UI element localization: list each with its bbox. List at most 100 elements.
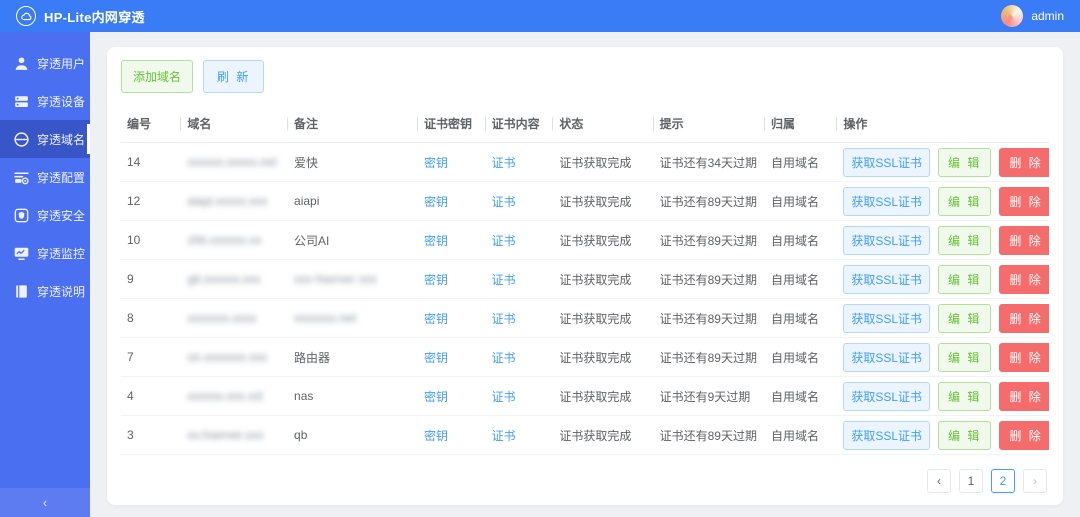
sidebar-collapse-button[interactable]: ‹ — [0, 488, 90, 517]
cell-status: 证书获取完成 — [553, 416, 653, 455]
cell-id: 14 — [121, 143, 181, 182]
cell-owner: 自用域名 — [765, 182, 837, 221]
get-ssl-cert-button[interactable]: 获取SSL证书 — [843, 343, 930, 372]
cert-content-link[interactable]: 证书 — [492, 234, 516, 248]
cell-note: nas — [294, 389, 313, 403]
cert-content-link[interactable]: 证书 — [492, 312, 516, 326]
get-ssl-cert-button[interactable]: 获取SSL证书 — [843, 304, 930, 333]
cert-key-link[interactable]: 密钥 — [424, 156, 448, 170]
delete-button[interactable]: 删 除 — [999, 226, 1049, 255]
refresh-button[interactable]: 刷 新 — [203, 60, 264, 93]
sidebar-menu: 穿透用户 穿透设备 穿透域名 穿透配置 穿透安全 — [0, 32, 90, 488]
monitor-icon — [13, 245, 30, 262]
edit-button[interactable]: 编 辑 — [938, 304, 991, 333]
table-row: 3 xx.hserver.xxx qb 密钥 证书 证书获取完成 证书还有89天… — [121, 416, 1049, 455]
cell-status: 证书获取完成 — [553, 182, 653, 221]
toolbar: 添加域名 刷 新 — [121, 60, 1049, 93]
cert-content-link[interactable]: 证书 — [492, 273, 516, 287]
edit-button[interactable]: 编 辑 — [938, 148, 991, 177]
cert-key-link[interactable]: 密钥 — [424, 312, 448, 326]
edit-button[interactable]: 编 辑 — [938, 421, 991, 450]
add-domain-button[interactable]: 添加域名 — [121, 60, 193, 93]
cert-content-link[interactable]: 证书 — [492, 429, 516, 443]
cert-content-link[interactable]: 证书 — [492, 351, 516, 365]
app-logo-cloud-icon — [16, 6, 36, 26]
cert-content-link[interactable]: 证书 — [492, 195, 516, 209]
sidebar-item-config[interactable]: 穿透配置 — [0, 158, 90, 196]
col-header-hint: 提示 — [654, 105, 765, 143]
sidebar-item-label: 穿透安全 — [37, 207, 85, 224]
cell-id: 10 — [121, 221, 181, 260]
edit-button[interactable]: 编 辑 — [938, 265, 991, 294]
sidebar-item-security[interactable]: 穿透安全 — [0, 196, 90, 234]
table-row: 14 xxxxxx.xxxxx.net 爱快 密钥 证书 证书获取完成 证书还有… — [121, 143, 1049, 182]
col-header-status: 状态 — [553, 105, 653, 143]
cell-hint: 证书还有89天过期 — [654, 338, 765, 377]
delete-button[interactable]: 删 除 — [999, 187, 1049, 216]
pagination-page-2[interactable]: 2 — [991, 469, 1015, 493]
cert-content-link[interactable]: 证书 — [492, 156, 516, 170]
cell-note: 路由器 — [294, 351, 330, 365]
delete-button[interactable]: 删 除 — [999, 265, 1049, 294]
cell-owner: 自用域名 — [765, 260, 837, 299]
sidebar-item-label: 穿透配置 — [37, 169, 85, 186]
table-row: 9 git.xxxxxx.xxx xxx hserver xxx 密钥 证书 证… — [121, 260, 1049, 299]
sidebar-item-label: 穿透监控 — [37, 245, 85, 262]
user-icon — [13, 55, 30, 72]
get-ssl-cert-button[interactable]: 获取SSL证书 — [843, 265, 930, 294]
user-menu[interactable]: admin — [1001, 5, 1064, 27]
delete-button[interactable]: 删 除 — [999, 382, 1049, 411]
pagination: ‹ 1 2 › — [121, 469, 1049, 493]
cell-owner: 自用域名 — [765, 221, 837, 260]
edit-button[interactable]: 编 辑 — [938, 226, 991, 255]
delete-button[interactable]: 删 除 — [999, 343, 1049, 372]
cell-note: qb — [294, 428, 307, 442]
user-avatar[interactable] — [1001, 5, 1023, 27]
cell-owner: 自用域名 — [765, 338, 837, 377]
cell-note: xxx hserver xxx — [294, 272, 377, 286]
cert-key-link[interactable]: 密钥 — [424, 234, 448, 248]
cell-note: xxxxxxx.net — [294, 311, 356, 325]
cell-status: 证书获取完成 — [553, 221, 653, 260]
get-ssl-cert-button[interactable]: 获取SSL证书 — [843, 421, 930, 450]
sidebar-item-monitor[interactable]: 穿透监控 — [0, 234, 90, 272]
docs-icon — [13, 283, 30, 300]
get-ssl-cert-button[interactable]: 获取SSL证书 — [843, 226, 930, 255]
col-header-owner: 归属 — [765, 105, 837, 143]
cert-key-link[interactable]: 密钥 — [424, 273, 448, 287]
chevron-left-icon: ‹ — [43, 495, 47, 510]
cert-key-link[interactable]: 密钥 — [424, 390, 448, 404]
cell-status: 证书获取完成 — [553, 143, 653, 182]
security-icon — [13, 207, 30, 224]
pagination-page-1[interactable]: 1 — [959, 469, 983, 493]
delete-button[interactable]: 删 除 — [999, 148, 1049, 177]
cell-note: 爱快 — [294, 156, 318, 170]
edit-button[interactable]: 编 辑 — [938, 382, 991, 411]
get-ssl-cert-button[interactable]: 获取SSL证书 — [843, 382, 930, 411]
cert-key-link[interactable]: 密钥 — [424, 195, 448, 209]
table-row: 8 xxxxxxx.xxxx xxxxxxx.net 密钥 证书 证书获取完成 … — [121, 299, 1049, 338]
sidebar-item-domains[interactable]: 穿透域名 — [0, 120, 90, 158]
table-row: 10 zhb.xxxxxx.xx 公司AI 密钥 证书 证书获取完成 证书还有8… — [121, 221, 1049, 260]
sidebar-item-devices[interactable]: 穿透设备 — [0, 82, 90, 120]
pagination-prev-button[interactable]: ‹ — [927, 469, 951, 493]
cell-id: 9 — [121, 260, 181, 299]
cell-domain: aiapi.xxxxx.xxx — [187, 194, 267, 208]
delete-button[interactable]: 删 除 — [999, 304, 1049, 333]
sidebar-item-docs[interactable]: 穿透说明 — [0, 272, 90, 310]
col-header-id: 编号 — [121, 105, 181, 143]
pagination-next-button[interactable]: › — [1023, 469, 1047, 493]
delete-button[interactable]: 删 除 — [999, 421, 1049, 450]
sidebar-item-users[interactable]: 穿透用户 — [0, 44, 90, 82]
get-ssl-cert-button[interactable]: 获取SSL证书 — [843, 148, 930, 177]
edit-button[interactable]: 编 辑 — [938, 187, 991, 216]
cert-content-link[interactable]: 证书 — [492, 390, 516, 404]
col-header-domain: 域名 — [181, 105, 288, 143]
get-ssl-cert-button[interactable]: 获取SSL证书 — [843, 187, 930, 216]
cell-domain: xxxxxxx.xxxx — [187, 311, 256, 325]
cell-status: 证书获取完成 — [553, 299, 653, 338]
cert-key-link[interactable]: 密钥 — [424, 429, 448, 443]
main-content: 添加域名 刷 新 编号 域名 备注 证书密钥 证书内容 状态 提示 归属 操作 — [90, 32, 1080, 517]
cert-key-link[interactable]: 密钥 — [424, 351, 448, 365]
edit-button[interactable]: 编 辑 — [938, 343, 991, 372]
